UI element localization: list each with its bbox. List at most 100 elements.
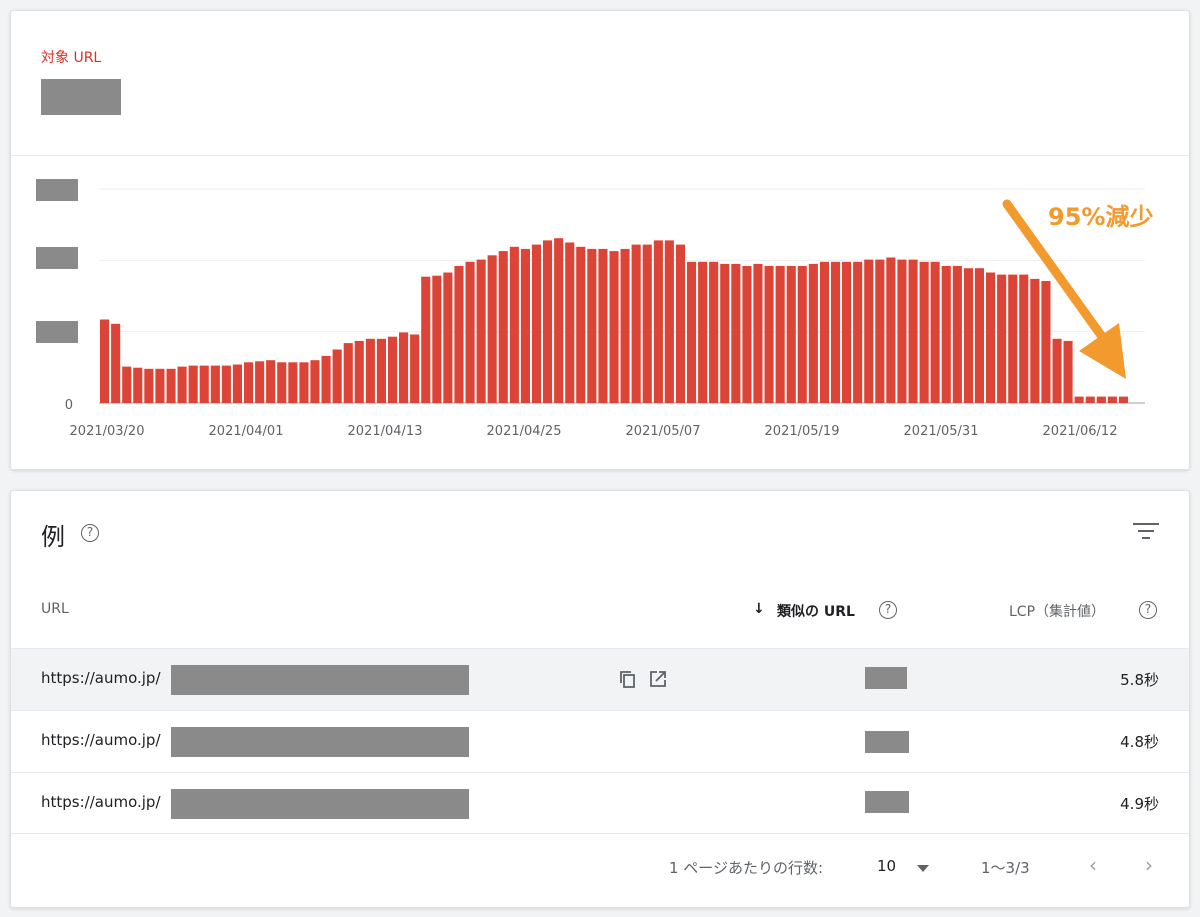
bar[interactable]: [221, 365, 231, 403]
bar[interactable]: [842, 261, 852, 403]
table-row[interactable]: https://aumo.jp/ 4.8秒: [11, 710, 1189, 772]
bar[interactable]: [1041, 281, 1051, 403]
bar[interactable]: [831, 261, 841, 403]
bar[interactable]: [288, 362, 298, 403]
bar[interactable]: [1052, 338, 1062, 403]
column-header-similar-url[interactable]: 類似の URL: [777, 601, 855, 621]
bar[interactable]: [410, 334, 420, 404]
bar[interactable]: [543, 240, 553, 403]
bar[interactable]: [974, 268, 984, 403]
row-url[interactable]: https://aumo.jp/: [41, 793, 161, 811]
bar[interactable]: [687, 261, 697, 403]
bar[interactable]: [631, 244, 641, 403]
bar[interactable]: [531, 244, 541, 403]
bar[interactable]: [232, 364, 242, 404]
open-in-new-icon[interactable]: [647, 668, 669, 690]
bar[interactable]: [1118, 396, 1128, 403]
bar[interactable]: [487, 255, 497, 403]
table-row[interactable]: https://aumo.jp/ 4.9秒: [11, 772, 1189, 834]
bar[interactable]: [520, 248, 530, 403]
bar[interactable]: [587, 248, 597, 403]
table-row[interactable]: https://aumo.jp/ 5.8秒: [11, 648, 1189, 710]
bar[interactable]: [875, 259, 885, 403]
bar[interactable]: [554, 238, 564, 403]
bar[interactable]: [255, 361, 265, 403]
next-page-button[interactable]: ›: [1145, 853, 1153, 877]
bar[interactable]: [421, 276, 431, 403]
bar[interactable]: [720, 263, 730, 403]
bar[interactable]: [642, 244, 652, 403]
bar[interactable]: [1096, 396, 1106, 403]
bar[interactable]: [277, 362, 287, 403]
bar[interactable]: [111, 323, 121, 403]
bar[interactable]: [576, 246, 586, 403]
bar[interactable]: [709, 261, 719, 403]
bar[interactable]: [266, 360, 276, 403]
bar[interactable]: [952, 266, 962, 403]
bar[interactable]: [100, 319, 110, 404]
bar[interactable]: [299, 362, 309, 403]
bar[interactable]: [775, 266, 785, 403]
bar[interactable]: [986, 272, 996, 404]
bar[interactable]: [1063, 340, 1073, 403]
bar[interactable]: [731, 263, 741, 403]
bar[interactable]: [454, 266, 464, 403]
bar[interactable]: [244, 362, 254, 403]
bar[interactable]: [919, 261, 929, 403]
bar[interactable]: [310, 360, 320, 403]
bar[interactable]: [819, 261, 829, 403]
bar[interactable]: [365, 338, 375, 403]
bar[interactable]: [354, 340, 364, 403]
bar[interactable]: [1019, 274, 1029, 403]
bar[interactable]: [565, 242, 575, 404]
bar[interactable]: [188, 365, 198, 403]
bar[interactable]: [1030, 278, 1040, 403]
bar[interactable]: [465, 261, 475, 403]
bar[interactable]: [664, 240, 674, 403]
bar[interactable]: [864, 259, 874, 403]
chevron-down-icon[interactable]: [917, 865, 929, 873]
bar[interactable]: [343, 343, 353, 403]
bar[interactable]: [432, 275, 442, 403]
bar[interactable]: [764, 266, 774, 403]
bar[interactable]: [210, 365, 220, 403]
bar[interactable]: [1008, 274, 1018, 403]
bar[interactable]: [675, 244, 685, 403]
filter-icon[interactable]: [1133, 521, 1159, 541]
bar[interactable]: [886, 257, 896, 404]
bar[interactable]: [388, 336, 398, 403]
bar[interactable]: [376, 338, 386, 403]
bar[interactable]: [509, 246, 519, 403]
bar[interactable]: [177, 366, 187, 403]
bar[interactable]: [332, 349, 342, 404]
bar[interactable]: [199, 365, 209, 403]
bar[interactable]: [897, 259, 907, 403]
bar[interactable]: [498, 251, 508, 403]
bar[interactable]: [321, 355, 331, 403]
bar[interactable]: [742, 266, 752, 403]
row-url[interactable]: https://aumo.jp/: [41, 731, 161, 749]
rows-per-page-select[interactable]: 10: [877, 857, 896, 875]
bar[interactable]: [997, 274, 1007, 403]
bar[interactable]: [122, 366, 132, 403]
bar[interactable]: [399, 332, 409, 403]
bar[interactable]: [1107, 396, 1117, 403]
bar[interactable]: [753, 263, 763, 403]
bar[interactable]: [808, 263, 818, 403]
row-url[interactable]: https://aumo.jp/: [41, 669, 161, 687]
bar[interactable]: [941, 266, 951, 403]
bar[interactable]: [144, 368, 154, 403]
bar[interactable]: [698, 261, 708, 403]
copy-icon[interactable]: [617, 668, 639, 690]
similar-url-help-icon[interactable]: ?: [879, 601, 897, 619]
prev-page-button[interactable]: ‹: [1089, 853, 1097, 877]
bar[interactable]: [443, 272, 453, 404]
bar[interactable]: [963, 268, 973, 403]
bar[interactable]: [930, 261, 940, 403]
bar[interactable]: [620, 248, 630, 403]
bar[interactable]: [166, 368, 176, 403]
sort-arrow-icon[interactable]: ↓: [753, 601, 765, 617]
bar[interactable]: [155, 368, 165, 403]
bar[interactable]: [133, 367, 143, 403]
bar[interactable]: [797, 266, 807, 403]
